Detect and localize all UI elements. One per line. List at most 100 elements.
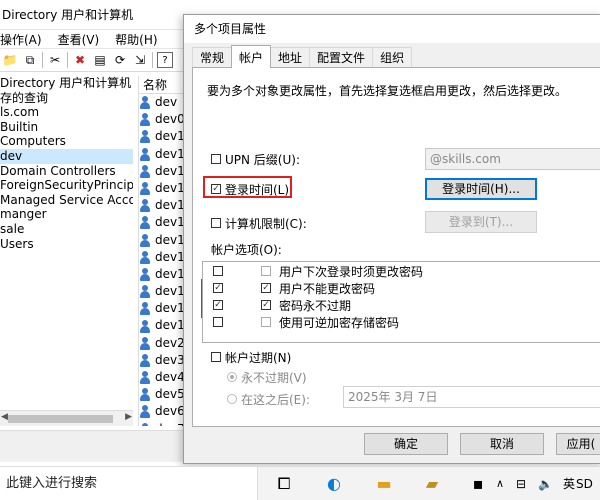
- option-enable-checkbox[interactable]: ✓: [213, 283, 223, 293]
- account-tab-panel: 要为多个对象更改属性，首先选择复选框启用更改，然后选择更改。 UPN 后缀(U)…: [192, 67, 600, 427]
- toolbar-separator: [42, 52, 43, 68]
- copy-icon[interactable]: ⧉: [22, 52, 38, 68]
- object-list[interactable]: 名称 dev dev0 dev1 dev1 dev1 dev1 dev1 dev1 dev1 de…: [138, 76, 186, 426]
- refresh-icon[interactable]: ⟳: [112, 52, 128, 68]
- list-item[interactable]: dev2: [139, 335, 186, 352]
- list-item[interactable]: dev7: [139, 421, 186, 426]
- logon-hours-button[interactable]: 登录时间(H)...: [425, 178, 537, 200]
- option-label: 用户下次登录时须更改密码: [279, 265, 424, 279]
- upn-enable-checkbox[interactable]: [211, 154, 221, 164]
- task-view-icon[interactable]: ⧠: [272, 472, 296, 496]
- account-options-list[interactable]: 用户下次登录时须更改密码 ✓ ✓ 用户不能更改密码 ✓ ✓ 密码永不过期 使用可逆加密存储密码: [202, 261, 600, 343]
- tree-item-computers[interactable]: Computers: [0, 134, 133, 149]
- user-icon: [139, 96, 152, 110]
- tree-item-domain-controllers[interactable]: Domain Controllers: [0, 164, 133, 179]
- export-icon[interactable]: ⇲: [132, 52, 148, 68]
- list-item-label: dev5: [155, 387, 185, 402]
- never-expires-radio[interactable]: [227, 372, 237, 382]
- user-icon: [139, 267, 152, 281]
- scroll-right-arrow-icon[interactable]: ▶: [125, 412, 132, 422]
- list-item[interactable]: dev1: [139, 266, 186, 283]
- tab-address[interactable]: 地址: [270, 47, 311, 68]
- option-enable-checkbox[interactable]: [213, 317, 223, 327]
- list-item[interactable]: dev5: [139, 386, 186, 403]
- option-value-checkbox[interactable]: ✓: [261, 300, 271, 310]
- tree-item-domain[interactable]: ls.com: [0, 105, 133, 120]
- end-of-radio[interactable]: [227, 394, 237, 404]
- taskbar-search-box[interactable]: 此键入进行搜索: [0, 467, 258, 500]
- computer-restrict-enable-checkbox[interactable]: [211, 218, 221, 228]
- list-item-label: dev3: [155, 352, 185, 367]
- list-item[interactable]: dev1: [139, 283, 186, 300]
- scroll-thumb[interactable]: [8, 415, 113, 423]
- list-item[interactable]: dev1: [139, 214, 186, 231]
- tab-organization[interactable]: 组织: [372, 47, 413, 68]
- tree-item-users[interactable]: Users: [0, 237, 133, 252]
- tree-item-manger[interactable]: manger: [0, 207, 133, 222]
- apply-button[interactable]: 应用(: [556, 433, 600, 455]
- tree-item-sale[interactable]: sale: [0, 222, 133, 237]
- status-bar: [0, 430, 186, 462]
- tree-item-foreign-security[interactable]: ForeignSecurityPrincipal: [0, 178, 133, 193]
- tree-item-managed-service[interactable]: Managed Service Accou: [0, 193, 133, 208]
- option-enable-checkbox[interactable]: ✓: [213, 300, 223, 310]
- logon-to-button[interactable]: 登录到(T)...: [425, 211, 537, 233]
- list-item[interactable]: dev1: [139, 128, 186, 145]
- folder-icon[interactable]: 📁: [2, 52, 18, 68]
- tree-item-root[interactable]: Directory 用户和计算机 [: [0, 76, 133, 91]
- tree-pane[interactable]: Directory 用户和计算机 [ 存的查询 ls.com Builtin C…: [0, 76, 133, 426]
- option-value-checkbox[interactable]: ✓: [261, 283, 271, 293]
- cancel-button[interactable]: 取消: [460, 433, 544, 455]
- list-item[interactable]: dev1: [139, 180, 186, 197]
- network-icon[interactable]: ⊟: [516, 467, 526, 500]
- scroll-left-arrow-icon[interactable]: ◀: [1, 412, 8, 422]
- list-item-label: dev6: [155, 404, 185, 419]
- window-title: Directory 用户和计算机: [0, 0, 186, 30]
- ok-button[interactable]: 确定: [364, 433, 448, 455]
- expiry-date-picker[interactable]: 2025年 3月 7日: [343, 386, 600, 408]
- delete-icon[interactable]: ✖: [72, 52, 88, 68]
- tray-overflow-icon[interactable]: ∧: [496, 467, 504, 500]
- help-icon[interactable]: ?: [157, 52, 173, 68]
- edge-browser-icon[interactable]: ◐: [322, 472, 346, 496]
- tree-item-saved-queries[interactable]: 存的查询: [0, 91, 133, 106]
- user-icon: [139, 319, 152, 333]
- list-item[interactable]: dev1: [139, 197, 186, 214]
- volume-icon[interactable]: 🔈: [538, 467, 553, 500]
- properties-icon[interactable]: ▤: [92, 52, 108, 68]
- option-value-checkbox[interactable]: [261, 266, 271, 276]
- list-item[interactable]: dev1: [139, 300, 186, 317]
- list-item[interactable]: dev1: [139, 249, 186, 266]
- list-item-label: dev1: [155, 180, 185, 195]
- menu-help[interactable]: 帮助(H): [115, 31, 157, 48]
- list-item[interactable]: dev0: [139, 111, 186, 128]
- cut-icon[interactable]: ✂: [47, 52, 63, 68]
- option-value-checkbox[interactable]: [261, 317, 271, 327]
- menu-action[interactable]: 操作(A): [0, 31, 42, 48]
- tab-general[interactable]: 常规: [192, 47, 233, 68]
- tree-item-builtin[interactable]: Builtin: [0, 120, 133, 135]
- file-explorer-icon[interactable]: ▬: [372, 472, 396, 496]
- list-item[interactable]: dev1: [139, 317, 186, 334]
- input-language[interactable]: 英: [563, 467, 575, 500]
- list-item[interactable]: dev: [139, 94, 186, 111]
- tree-horizontal-scrollbar[interactable]: ◀ ▶: [0, 410, 133, 426]
- tree-item-dev[interactable]: dev: [0, 148, 133, 164]
- upn-suffix-field[interactable]: @skills.com: [425, 148, 600, 170]
- cmd-icon[interactable]: ▪: [466, 472, 490, 496]
- list-item[interactable]: dev4: [139, 369, 186, 386]
- tab-profile[interactable]: 配置文件: [309, 47, 374, 68]
- server-manager-icon[interactable]: ▰: [420, 472, 444, 496]
- list-item[interactable]: dev1: [139, 232, 186, 249]
- list-header-name[interactable]: 名称: [139, 76, 186, 94]
- computer-restrict-label: 计算机限制(C):: [225, 217, 307, 231]
- list-item[interactable]: dev1: [139, 146, 186, 163]
- account-expires-enable-checkbox[interactable]: [211, 352, 221, 362]
- list-item[interactable]: dev3: [139, 352, 186, 369]
- list-item[interactable]: dev6: [139, 403, 186, 420]
- tab-account[interactable]: 帐户: [231, 45, 272, 68]
- option-enable-checkbox[interactable]: [213, 266, 223, 276]
- list-item[interactable]: dev1: [139, 163, 186, 180]
- list-item-label: dev1: [155, 318, 185, 333]
- menu-view[interactable]: 查看(V): [58, 31, 100, 48]
